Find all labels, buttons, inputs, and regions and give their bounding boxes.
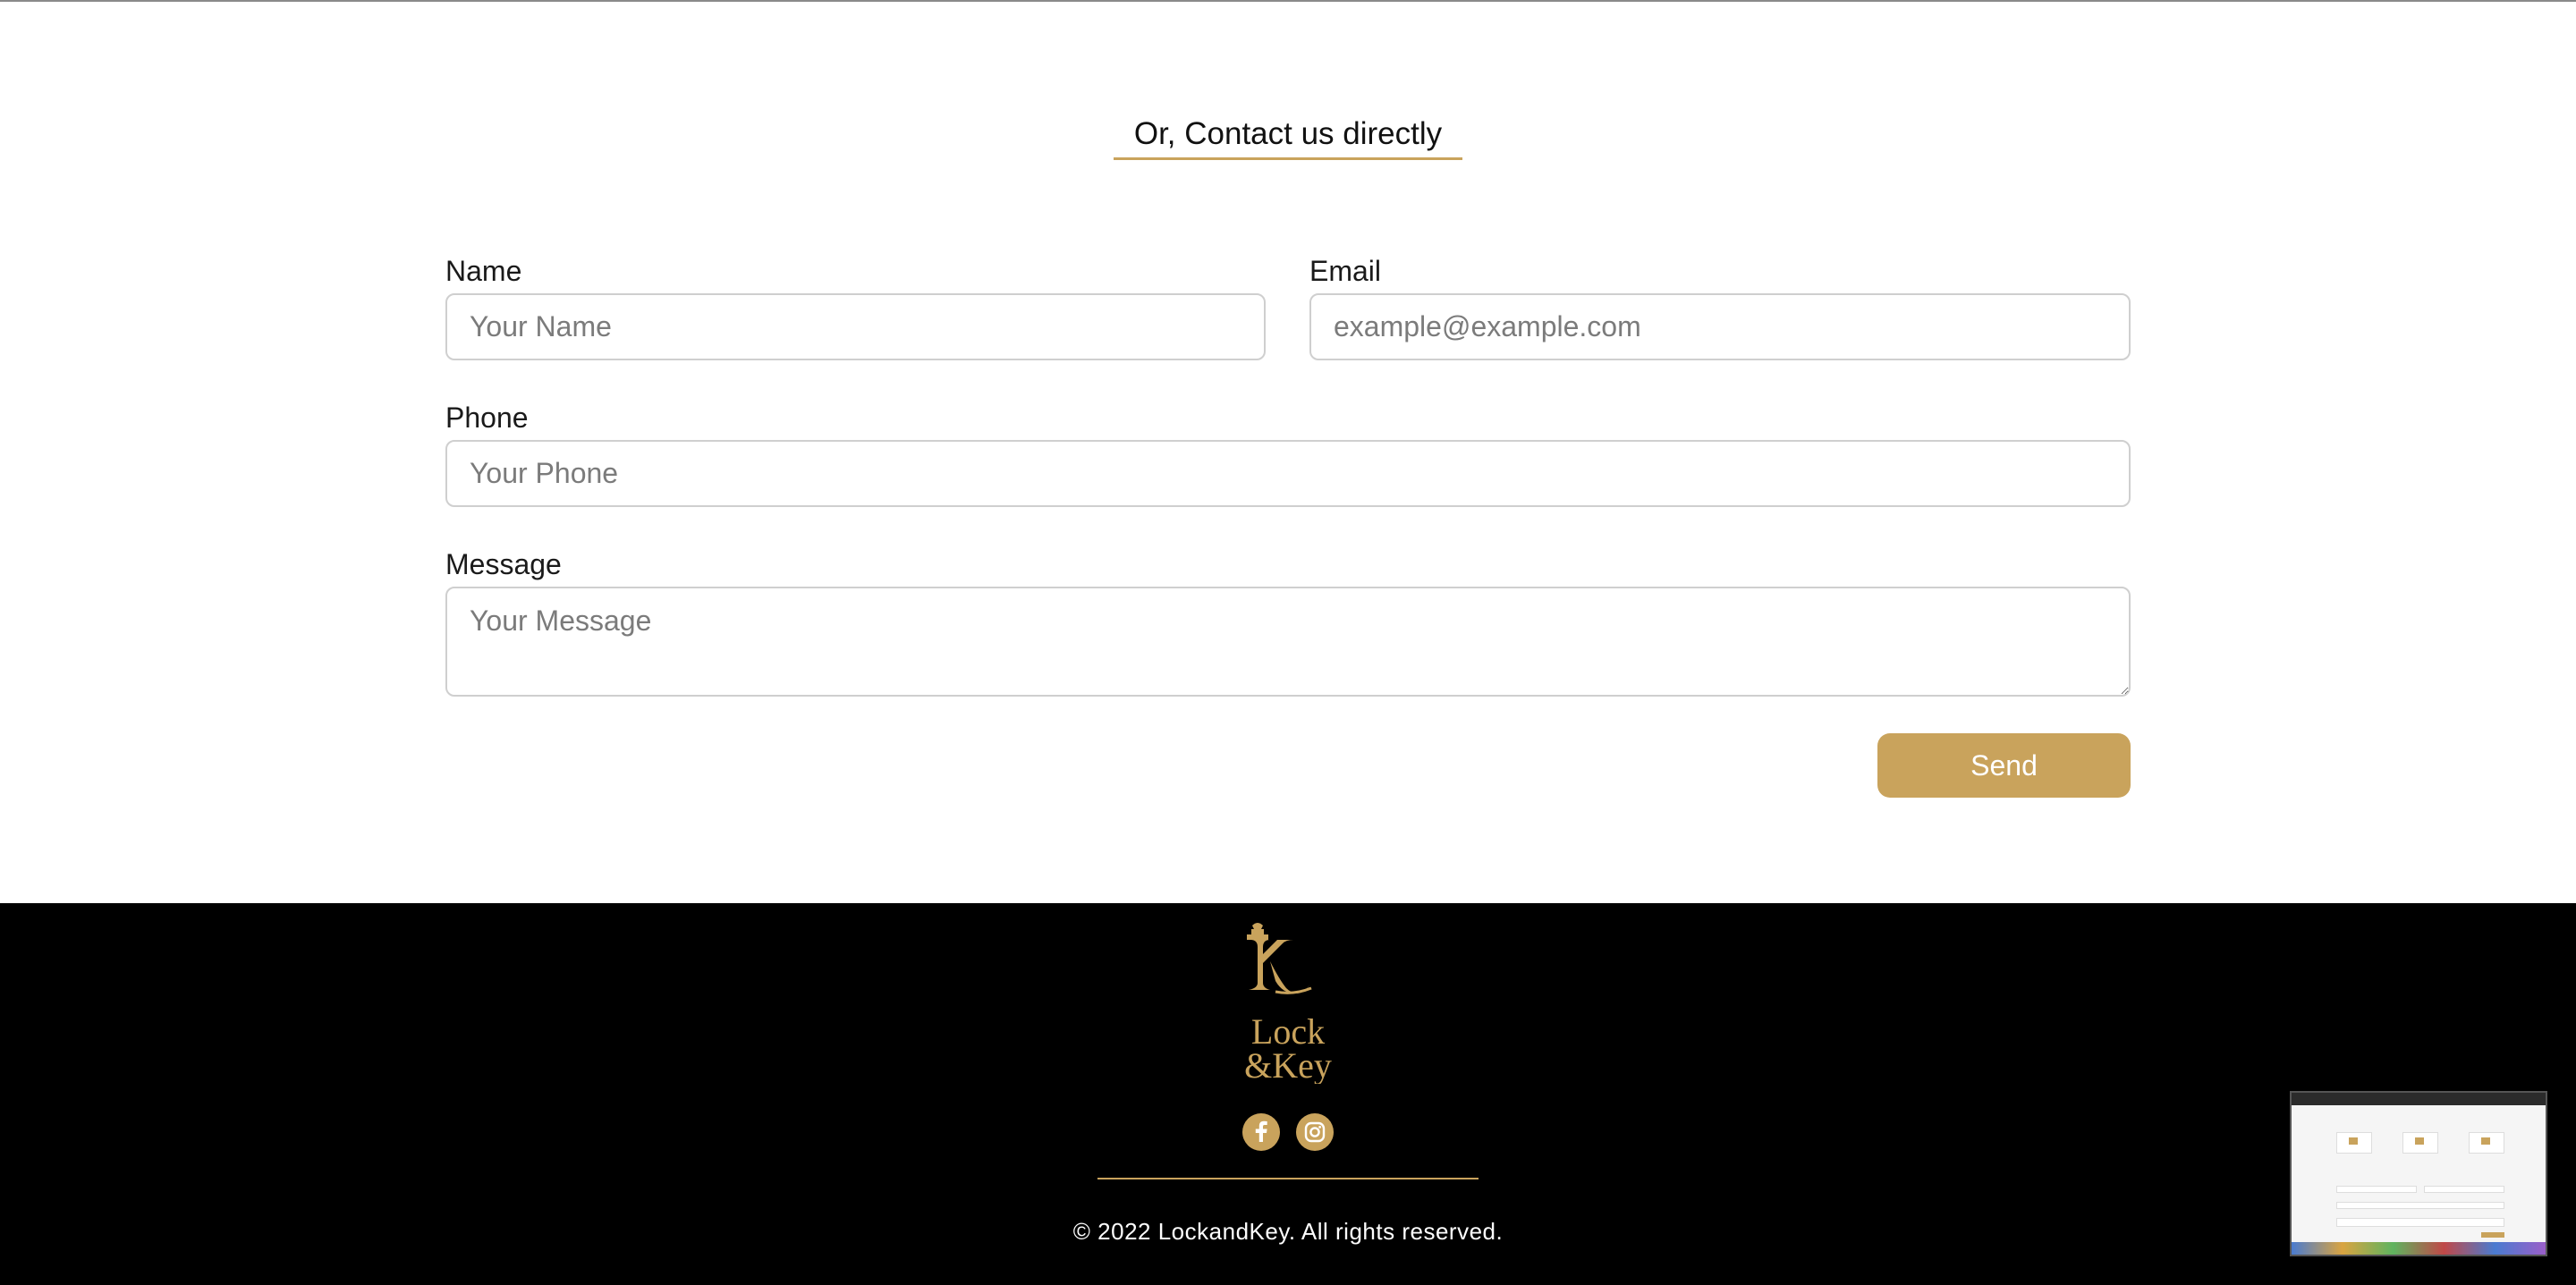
name-label: Name — [445, 255, 522, 287]
message-textarea[interactable] — [445, 587, 2131, 697]
lock-and-key-logo: Lock &Key — [1244, 923, 1332, 1084]
email-input[interactable] — [1309, 293, 2131, 360]
footer: Lock &Key © 2022 LockandKey. All rights … — [0, 903, 2576, 1285]
instagram-icon[interactable] — [1296, 1113, 1334, 1151]
footer-divider — [1097, 1178, 1479, 1179]
send-button[interactable]: Send — [1877, 733, 2131, 798]
email-label: Email — [1309, 255, 1382, 287]
heading-underline — [1114, 157, 1462, 160]
facebook-icon[interactable] — [1242, 1113, 1280, 1151]
copyright-text: © 2022 LockandKey. All rights reserved. — [1072, 1218, 1504, 1245]
message-label: Message — [445, 548, 562, 580]
screenshot-thumbnail[interactable] — [2290, 1091, 2547, 1256]
phone-label: Phone — [445, 402, 529, 434]
phone-input[interactable] — [445, 440, 2131, 507]
logo-text-key: &Key — [1244, 1045, 1332, 1084]
name-input[interactable] — [445, 293, 1266, 360]
contact-heading: Or, Contact us directly — [1133, 116, 1443, 151]
contact-section: Or, Contact us directly Name Email Phone… — [0, 2, 2576, 903]
